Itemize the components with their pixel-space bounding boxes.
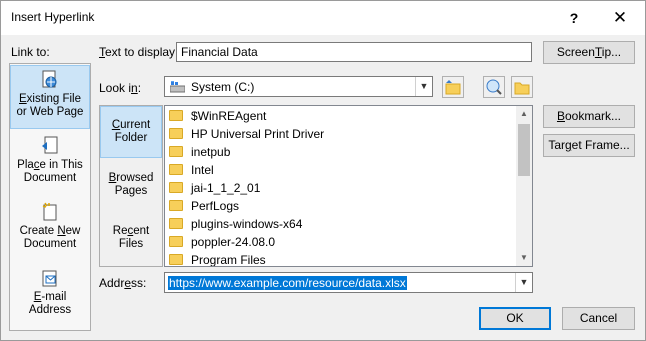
- drive-icon: [169, 81, 186, 96]
- browse-nav-panel: Current Folder Browsed Pages Recent File…: [99, 105, 163, 267]
- browse-file-button[interactable]: [511, 76, 533, 98]
- list-item[interactable]: $WinREAgent: [169, 107, 266, 125]
- nav-browsed-pages[interactable]: Browsed Pages: [100, 160, 162, 212]
- nav-current-folder[interactable]: Current Folder: [100, 106, 162, 158]
- browse-web-button[interactable]: [483, 76, 505, 98]
- help-button[interactable]: ?: [561, 5, 587, 31]
- address-combo[interactable]: https://www.example.com/resource/data.xl…: [164, 272, 533, 293]
- link-to-existing-line1-rest: xisting File: [26, 93, 81, 105]
- list-item[interactable]: inetpub: [169, 143, 230, 161]
- up-one-folder-button[interactable]: [442, 76, 464, 98]
- email-address-icon: [41, 268, 59, 288]
- folder-icon: [169, 236, 183, 248]
- create-new-document-icon: [41, 202, 59, 222]
- target-frame-button[interactable]: Target Frame...: [543, 134, 635, 157]
- scroll-up-icon[interactable]: ▲: [516, 106, 532, 122]
- link-to-create-line1: Create New: [19, 225, 81, 237]
- file-list-scrollbar[interactable]: ▲ ▼: [516, 106, 532, 266]
- nav-current-line2: Folder: [114, 132, 148, 144]
- folder-icon: [169, 218, 183, 230]
- link-to-panel: Existing File or Web Page Place in This …: [9, 63, 91, 331]
- address-label: Address:: [99, 276, 147, 290]
- link-to-existing-line1: E: [19, 93, 27, 105]
- folder-icon: [169, 146, 183, 158]
- nav-current-line1: Current: [111, 119, 151, 131]
- list-item[interactable]: Program Files: [169, 251, 266, 266]
- title-bar: Insert Hyperlink ? ✕: [1, 1, 645, 35]
- folder-icon: [169, 254, 183, 266]
- folder-icon: [169, 164, 183, 176]
- link-to-existing-line2: or Web Page: [16, 106, 84, 118]
- scroll-thumb[interactable]: [518, 124, 530, 176]
- file-list[interactable]: $WinREAgent HP Universal Print Driver in…: [164, 105, 533, 267]
- link-to-label: Link to:: [11, 45, 50, 59]
- chevron-down-icon[interactable]: ▼: [515, 273, 532, 292]
- link-to-email-line2: Address: [28, 304, 72, 316]
- link-to-place-in-document[interactable]: Place in This Document: [10, 132, 90, 196]
- folder-up-icon: [445, 80, 461, 95]
- look-in-combo[interactable]: System (C:) ▼: [164, 76, 433, 97]
- list-item[interactable]: jai-1_1_2_01: [169, 179, 260, 197]
- existing-file-icon: [41, 70, 59, 90]
- chevron-down-icon[interactable]: ▼: [415, 77, 432, 96]
- place-in-document-icon: [41, 136, 59, 156]
- open-folder-icon: [514, 82, 530, 95]
- link-to-create-line2: Document: [23, 238, 77, 250]
- list-item[interactable]: plugins-windows-x64: [169, 215, 302, 233]
- text-to-display-input[interactable]: Financial Data: [176, 42, 532, 62]
- close-button[interactable]: ✕: [607, 5, 633, 31]
- link-to-email-address[interactable]: E-mail Address: [10, 264, 90, 328]
- link-to-place-line2: Document: [23, 172, 77, 184]
- list-item[interactable]: PerfLogs: [169, 197, 239, 215]
- link-to-email-line1: E-mail: [33, 291, 67, 303]
- scroll-down-icon[interactable]: ▼: [516, 250, 532, 266]
- cancel-button[interactable]: Cancel: [562, 307, 635, 330]
- link-to-existing-file[interactable]: Existing File or Web Page: [10, 65, 90, 129]
- nav-recent-line2: Files: [118, 238, 144, 250]
- look-in-label: Look in:: [99, 81, 142, 95]
- nav-recent-line1: Recent: [112, 225, 150, 237]
- dialog-title: Insert Hyperlink: [11, 10, 95, 24]
- folder-icon: [169, 128, 183, 140]
- link-to-create-new-document[interactable]: Create New Document: [10, 198, 90, 262]
- list-item[interactable]: poppler-24.08.0: [169, 233, 275, 251]
- look-in-value: System (C:): [191, 80, 255, 94]
- folder-icon: [169, 182, 183, 194]
- address-input[interactable]: https://www.example.com/resource/data.xl…: [168, 276, 407, 290]
- browse-web-icon: [486, 79, 502, 95]
- address-value: https://www.example.com/resource/data.xl…: [168, 276, 407, 290]
- nav-browsed-line2: Pages: [114, 185, 148, 197]
- nav-recent-files[interactable]: Recent Files: [100, 213, 162, 265]
- list-item[interactable]: HP Universal Print Driver: [169, 125, 324, 143]
- screentip-button[interactable]: ScreenTip...: [543, 41, 635, 64]
- list-item[interactable]: Intel: [169, 161, 214, 179]
- insert-hyperlink-dialog: Insert Hyperlink ? ✕ Link to: Text to di…: [0, 0, 646, 341]
- link-to-place-line1: Place in This: [17, 159, 83, 171]
- bookmark-button[interactable]: Bookmark...: [543, 105, 635, 128]
- folder-icon: [169, 110, 183, 122]
- ok-button[interactable]: OK: [479, 307, 551, 330]
- text-to-display-label: Text to display:: [99, 45, 179, 59]
- folder-icon: [169, 200, 183, 212]
- nav-browsed-line1: Browsed: [108, 172, 154, 184]
